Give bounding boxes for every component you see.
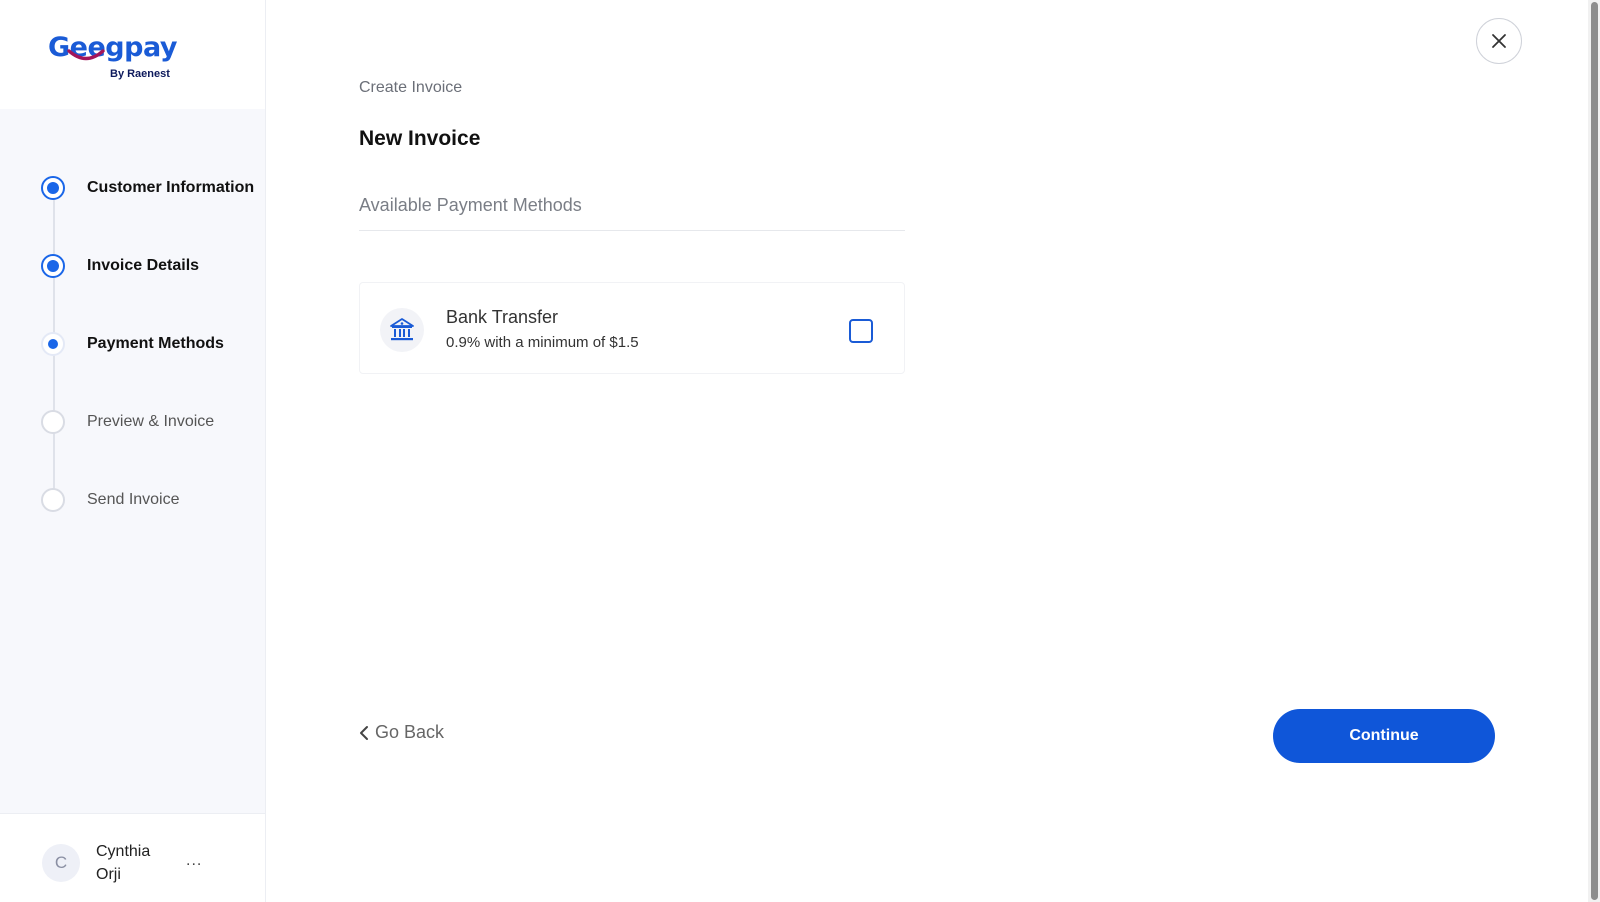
- step-customer-information[interactable]: Customer Information: [41, 176, 254, 200]
- step-label: Invoice Details: [87, 257, 200, 274]
- divider: [359, 230, 905, 231]
- brand-tagline: By Raenest: [110, 68, 170, 80]
- avatar: C: [42, 844, 80, 882]
- step-label: Preview & Invoice: [87, 413, 215, 430]
- brand-logo[interactable]: Geegpay By Raenest: [48, 34, 177, 80]
- step-label: Send Invoice: [87, 491, 180, 508]
- sidebar: Geegpay By Raenest Customer Information …: [0, 0, 266, 902]
- close-icon: [1492, 34, 1506, 48]
- section-label: Available Payment Methods: [359, 195, 582, 215]
- step-payment-methods[interactable]: Payment Methods: [41, 332, 224, 356]
- step-status-icon: [41, 410, 65, 434]
- step-send-invoice[interactable]: Send Invoice: [41, 488, 180, 512]
- go-back-label: Go Back: [375, 722, 445, 742]
- logo-area: Geegpay By Raenest: [0, 0, 265, 109]
- step-status-icon: [41, 332, 65, 356]
- logo-smile-icon: [67, 49, 105, 61]
- payment-method-fee: 0.9% with a minimum of $1.5: [446, 334, 639, 351]
- payment-method-name: Bank Transfer: [446, 307, 559, 327]
- step-status-icon: [41, 488, 65, 512]
- scrollbar-thumb[interactable]: [1591, 2, 1598, 900]
- step-invoice-details[interactable]: Invoice Details: [41, 254, 199, 278]
- user-profile[interactable]: C Cynthia Orji ...: [0, 813, 265, 902]
- go-back-button[interactable]: Go Back: [359, 722, 444, 743]
- scrollbar[interactable]: [1588, 0, 1600, 902]
- step-label: Payment Methods: [87, 335, 224, 352]
- close-button[interactable]: [1476, 18, 1522, 64]
- user-menu-button[interactable]: ...: [186, 852, 202, 870]
- step-status-icon: [41, 254, 65, 278]
- continue-button[interactable]: Continue: [1273, 709, 1495, 763]
- breadcrumb[interactable]: Create Invoice: [359, 79, 462, 97]
- step-label: Customer Information: [87, 179, 255, 196]
- chevron-left-icon: [360, 725, 368, 740]
- step-preview-invoice[interactable]: Preview & Invoice: [41, 410, 214, 434]
- bank-icon: [380, 308, 424, 352]
- payment-method-checkbox[interactable]: [849, 319, 873, 343]
- payment-method-bank-transfer[interactable]: Bank Transfer 0.9% with a minimum of $1.…: [359, 282, 905, 374]
- page-title: New Invoice: [359, 127, 481, 150]
- step-status-icon: [41, 176, 65, 200]
- user-name: Cynthia Orji: [96, 843, 151, 883]
